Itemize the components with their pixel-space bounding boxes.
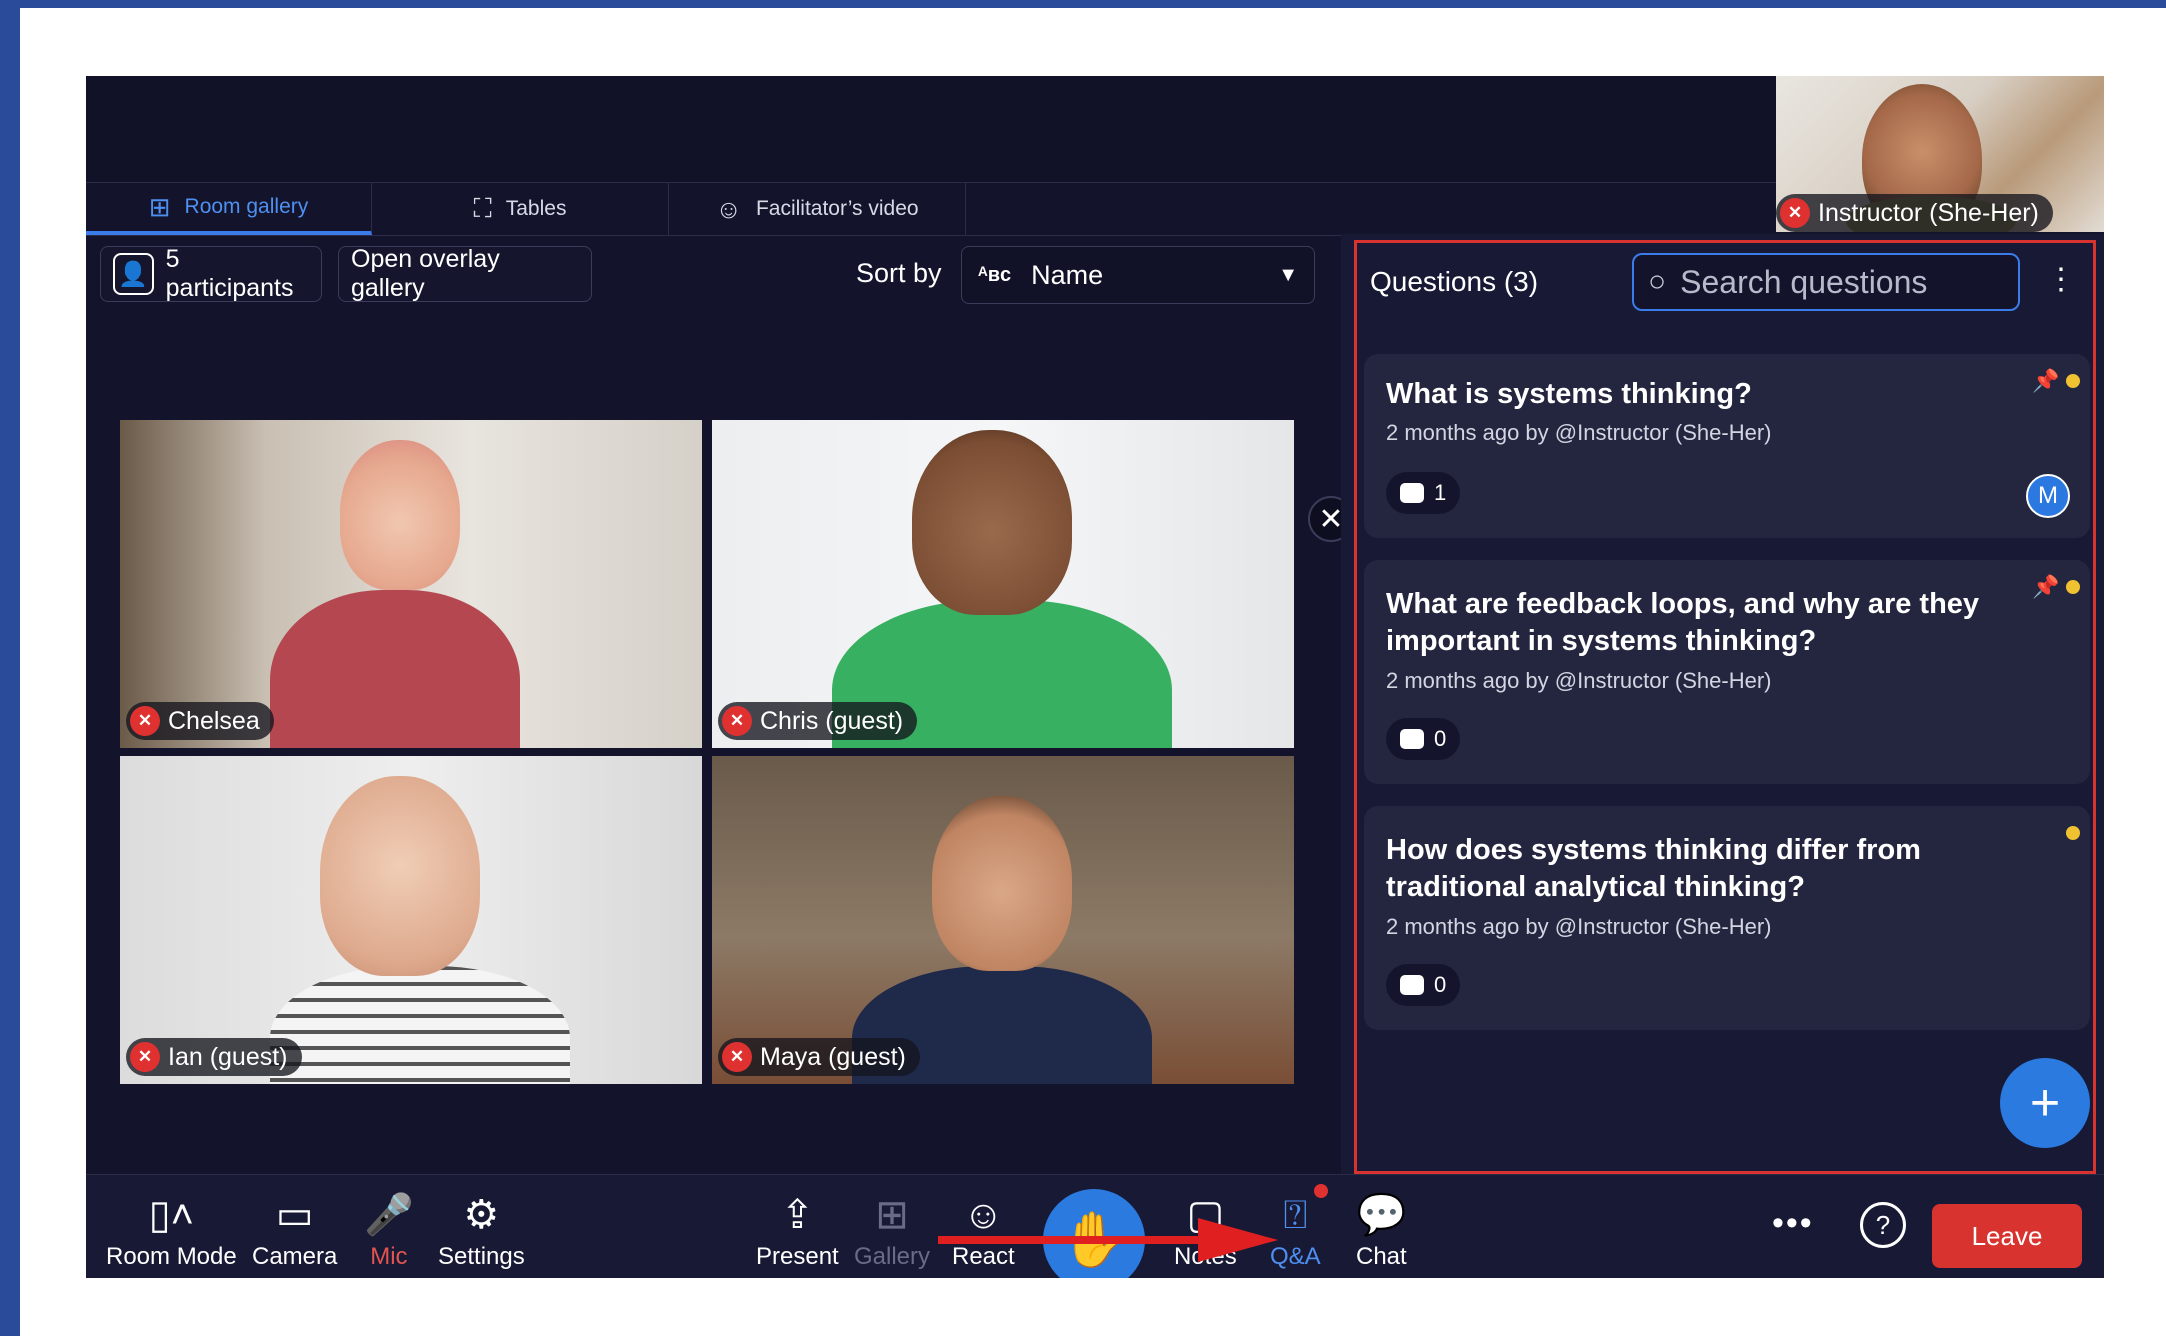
button-label: Settings	[438, 1243, 525, 1270]
room-mode-icon: ▯˄	[148, 1193, 195, 1237]
button-label: Chat	[1356, 1243, 1407, 1270]
video-tile-chelsea[interactable]: ✕ Chelsea	[120, 420, 702, 748]
tab-room-gallery[interactable]: ⊞ Room gallery	[86, 183, 372, 235]
instructor-name-tag: ✕ Instructor (She-Her)	[1776, 194, 2053, 232]
participant-name-tag: ✕ Chelsea	[126, 702, 274, 740]
mic-off-icon: ✕	[722, 706, 752, 736]
video-tile-chris[interactable]: ✕ Chris (guest)	[712, 420, 1294, 748]
participant-name-tag: ✕ Maya (guest)	[718, 1038, 920, 1076]
camera-icon: ▭	[275, 1193, 314, 1237]
button-label: Room Mode	[106, 1243, 237, 1270]
sort-by-label: Sort by	[856, 258, 942, 288]
notification-badge	[1314, 1184, 1328, 1198]
meeting-app: ✕ Instructor (She-Her) ⊞ Room gallery ⛶ …	[86, 76, 2104, 1278]
question-bubble-icon: ⍰	[1283, 1193, 1308, 1237]
view-tabs: ⊞ Room gallery ⛶ Tables ☺ Facilitator’s …	[86, 182, 1776, 236]
help-icon[interactable]: ?	[1860, 1202, 1906, 1248]
mic-off-icon: 🎤	[364, 1193, 414, 1237]
gear-icon: ⚙	[463, 1193, 500, 1237]
grid-icon: ⊞	[875, 1193, 909, 1237]
mic-button[interactable]: 🎤 Mic	[364, 1175, 414, 1271]
close-icon: ✕	[1318, 502, 1344, 536]
leave-button[interactable]: Leave	[1932, 1204, 2082, 1268]
present-icon: ⇪	[780, 1193, 815, 1237]
camera-button[interactable]: ▭ Camera	[252, 1175, 337, 1271]
participant-name: Maya (guest)	[760, 1042, 906, 1071]
video-tile-maya[interactable]: ✕ Maya (guest)	[712, 756, 1294, 1084]
participant-name: Ian (guest)	[168, 1042, 288, 1071]
button-label: Camera	[252, 1243, 338, 1270]
chat-bubble-icon: 💬	[1356, 1193, 1407, 1237]
tab-facilitators-video[interactable]: ☺ Facilitator’s video	[669, 183, 966, 235]
more-menu-icon[interactable]: •••	[1772, 1204, 1814, 1243]
alphabet-sort-icon: ᴬʙᴄ	[978, 263, 1012, 286]
highlight-box	[1354, 240, 2096, 1174]
mic-off-icon: ✕	[130, 1042, 160, 1072]
top-strip	[86, 76, 1776, 182]
caret-down-icon: ▼	[1278, 263, 1298, 286]
face-icon: ☺	[715, 193, 742, 224]
settings-button[interactable]: ⚙ Settings	[438, 1175, 525, 1271]
tables-icon: ⛶	[473, 193, 492, 223]
participant-name-tag: ✕ Chris (guest)	[718, 702, 918, 740]
overlay-label: Open overlay gallery	[351, 245, 500, 302]
instructor-video[interactable]: ✕ Instructor (She-Her)	[1776, 76, 2104, 232]
tab-tables[interactable]: ⛶ Tables	[372, 183, 669, 235]
open-overlay-gallery-button[interactable]: Open overlay gallery	[338, 245, 592, 302]
participant-name: Chris (guest)	[760, 706, 904, 735]
button-label: Present	[756, 1243, 839, 1270]
button-label: Gallery	[854, 1243, 931, 1270]
tab-label: Tables	[505, 197, 567, 220]
participant-name-tag: ✕ Ian (guest)	[126, 1038, 302, 1076]
participants-button[interactable]: 👤 5 participants	[100, 245, 322, 302]
participant-name: Chelsea	[168, 706, 260, 735]
participants-count: 5 participants	[165, 245, 294, 302]
grid-globe-icon: ⊞	[148, 191, 171, 222]
tab-label: Facilitator’s video	[755, 197, 919, 220]
mic-off-icon: ✕	[130, 706, 160, 736]
instructor-name: Instructor (She-Her)	[1818, 198, 2039, 227]
video-tile-ian[interactable]: ✕ Ian (guest)	[120, 756, 702, 1084]
room-mode-button[interactable]: ▯˄ Room Mode	[106, 1175, 237, 1271]
mic-off-icon: ✕	[1780, 198, 1810, 228]
gallery-button[interactable]: ⊞ Gallery	[854, 1175, 930, 1271]
sort-value: Name	[1031, 259, 1104, 290]
button-label: Mic	[370, 1243, 408, 1270]
present-button[interactable]: ⇪ Present	[756, 1175, 839, 1271]
chat-button[interactable]: 💬 Chat	[1356, 1175, 1407, 1271]
mic-off-icon: ✕	[722, 1042, 752, 1072]
person-icon: 👤	[113, 253, 154, 295]
sort-select[interactable]: ᴬʙᴄ Name ▼	[961, 246, 1315, 304]
tab-label: Room gallery	[184, 195, 309, 218]
red-arrow-annotation	[938, 1218, 1278, 1262]
